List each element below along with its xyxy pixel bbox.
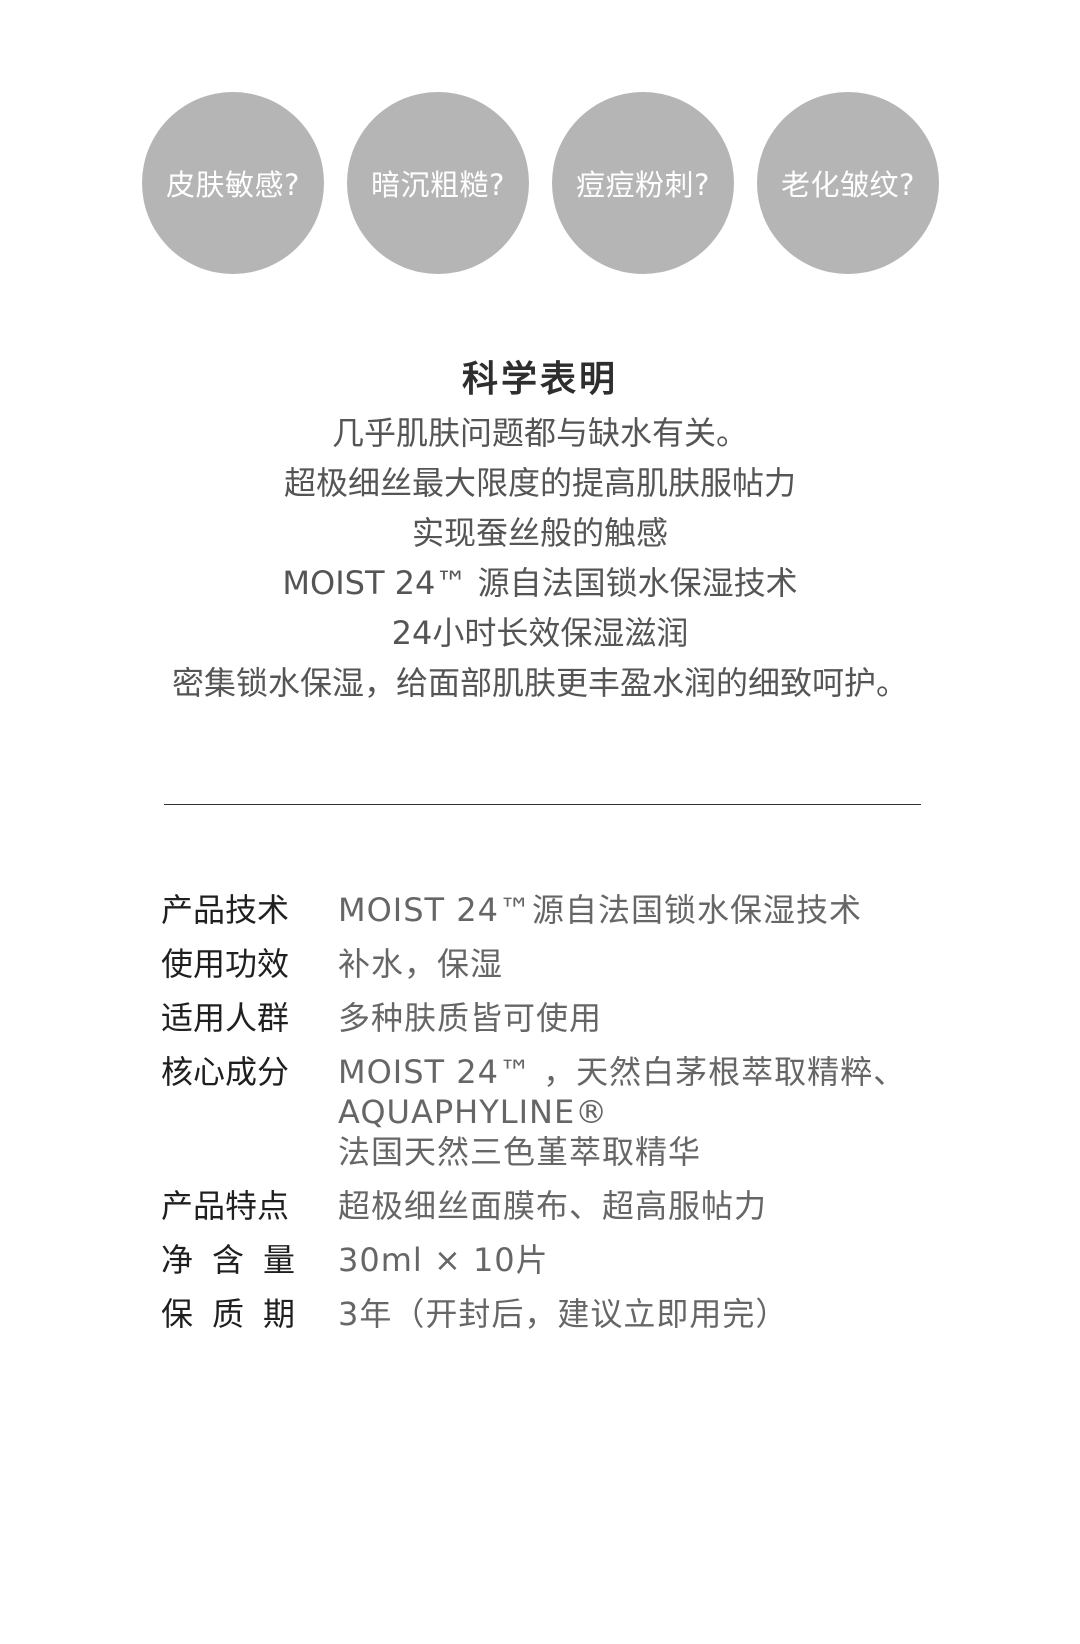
spec-label: 净含量 [161, 1241, 315, 1279]
spec-label: 保质期 [161, 1295, 315, 1333]
spec-row-audience: 适用人群 多种肤质皆可使用 [161, 998, 941, 1038]
spec-row-shelf-life: 保质期 3年（开封后，建议立即用完） [161, 1294, 941, 1334]
science-line: 密集锁水保湿，给面部肌肤更丰盈水润的细致呵护。 [171, 664, 908, 702]
spec-value: MOIST 24™ ，天然白茅根萃取精粹、 AQUAPHYLINE® 法国天然三… [338, 1052, 906, 1172]
spec-row-net-content: 净含量 30ml × 10片 [161, 1240, 941, 1280]
science-title: 科学表明 [461, 359, 618, 400]
spec-value: MOIST 24™源自法国锁水保湿技术 [338, 890, 862, 930]
spec-value-line: 法国天然三色堇萃取精华 [338, 1133, 702, 1171]
science-line: 实现蚕丝般的触感 [411, 514, 668, 552]
science-line: 超极细丝最大限度的提高肌肤服帖力 [283, 464, 796, 502]
science-line: MOIST 24™ 源自法国锁水保湿技术 [282, 564, 798, 602]
concern-label: 皮肤敏感? [166, 168, 300, 202]
product-specs-table: 产品技术 MOIST 24™源自法国锁水保湿技术 使用功效 补水，保湿 适用人群… [161, 890, 941, 1348]
spec-label: 适用人群 [161, 999, 290, 1037]
spec-value-line: MOIST 24™源自法国锁水保湿技术 [338, 891, 862, 929]
spec-value: 3年（开封后，建议立即用完） [338, 1294, 788, 1334]
spec-value: 超极细丝面膜布、超高服帖力 [338, 1186, 767, 1226]
skin-concerns: 皮肤敏感? 暗沉粗糙? 痘痘粉刺? 老化皱纹? [142, 92, 942, 274]
spec-value-line: 30ml × 10片 [338, 1241, 549, 1279]
concern-circle-sensitive: 皮肤敏感? [142, 92, 324, 274]
concern-label: 暗沉粗糙? [371, 168, 505, 202]
spec-label: 核心成分 [161, 1053, 290, 1091]
science-line: 24小时长效保湿滋润 [391, 614, 689, 652]
spec-value: 30ml × 10片 [338, 1240, 549, 1280]
spec-row-ingredients: 核心成分 MOIST 24™ ，天然白茅根萃取精粹、 AQUAPHYLINE® … [161, 1052, 941, 1172]
concern-label: 老化皱纹? [781, 168, 915, 202]
spec-label: 产品技术 [161, 891, 290, 929]
science-line: 几乎肌肤问题都与缺水有关。 [331, 414, 748, 452]
spec-value-line: 3年（开封后，建议立即用完） [338, 1295, 789, 1333]
science-section: 科学表明 几乎肌肤问题都与缺水有关。 超极细丝最大限度的提高肌肤服帖力 实现蚕丝… [0, 352, 1080, 708]
spec-value-line: AQUAPHYLINE® [338, 1093, 609, 1131]
spec-value: 补水，保湿 [338, 944, 503, 984]
spec-label: 产品特点 [161, 1187, 290, 1225]
spec-row-effect: 使用功效 补水，保湿 [161, 944, 941, 984]
spec-value-line: 超极细丝面膜布、超高服帖力 [338, 1187, 768, 1225]
spec-row-technology: 产品技术 MOIST 24™源自法国锁水保湿技术 [161, 890, 941, 930]
spec-label: 使用功效 [161, 945, 290, 983]
concern-label: 痘痘粉刺? [576, 168, 710, 202]
spec-value-line: 补水，保湿 [338, 945, 504, 983]
concern-circle-aging: 老化皱纹? [757, 92, 939, 274]
concern-circle-acne: 痘痘粉刺? [552, 92, 734, 274]
spec-value-line: MOIST 24™ ，天然白茅根萃取精粹、 [338, 1053, 907, 1091]
concern-circle-dull: 暗沉粗糙? [347, 92, 529, 274]
spec-value: 多种肤质皆可使用 [338, 998, 602, 1038]
section-divider [164, 804, 921, 805]
spec-value-line: 多种肤质皆可使用 [338, 999, 603, 1037]
spec-row-features: 产品特点 超极细丝面膜布、超高服帖力 [161, 1186, 941, 1226]
